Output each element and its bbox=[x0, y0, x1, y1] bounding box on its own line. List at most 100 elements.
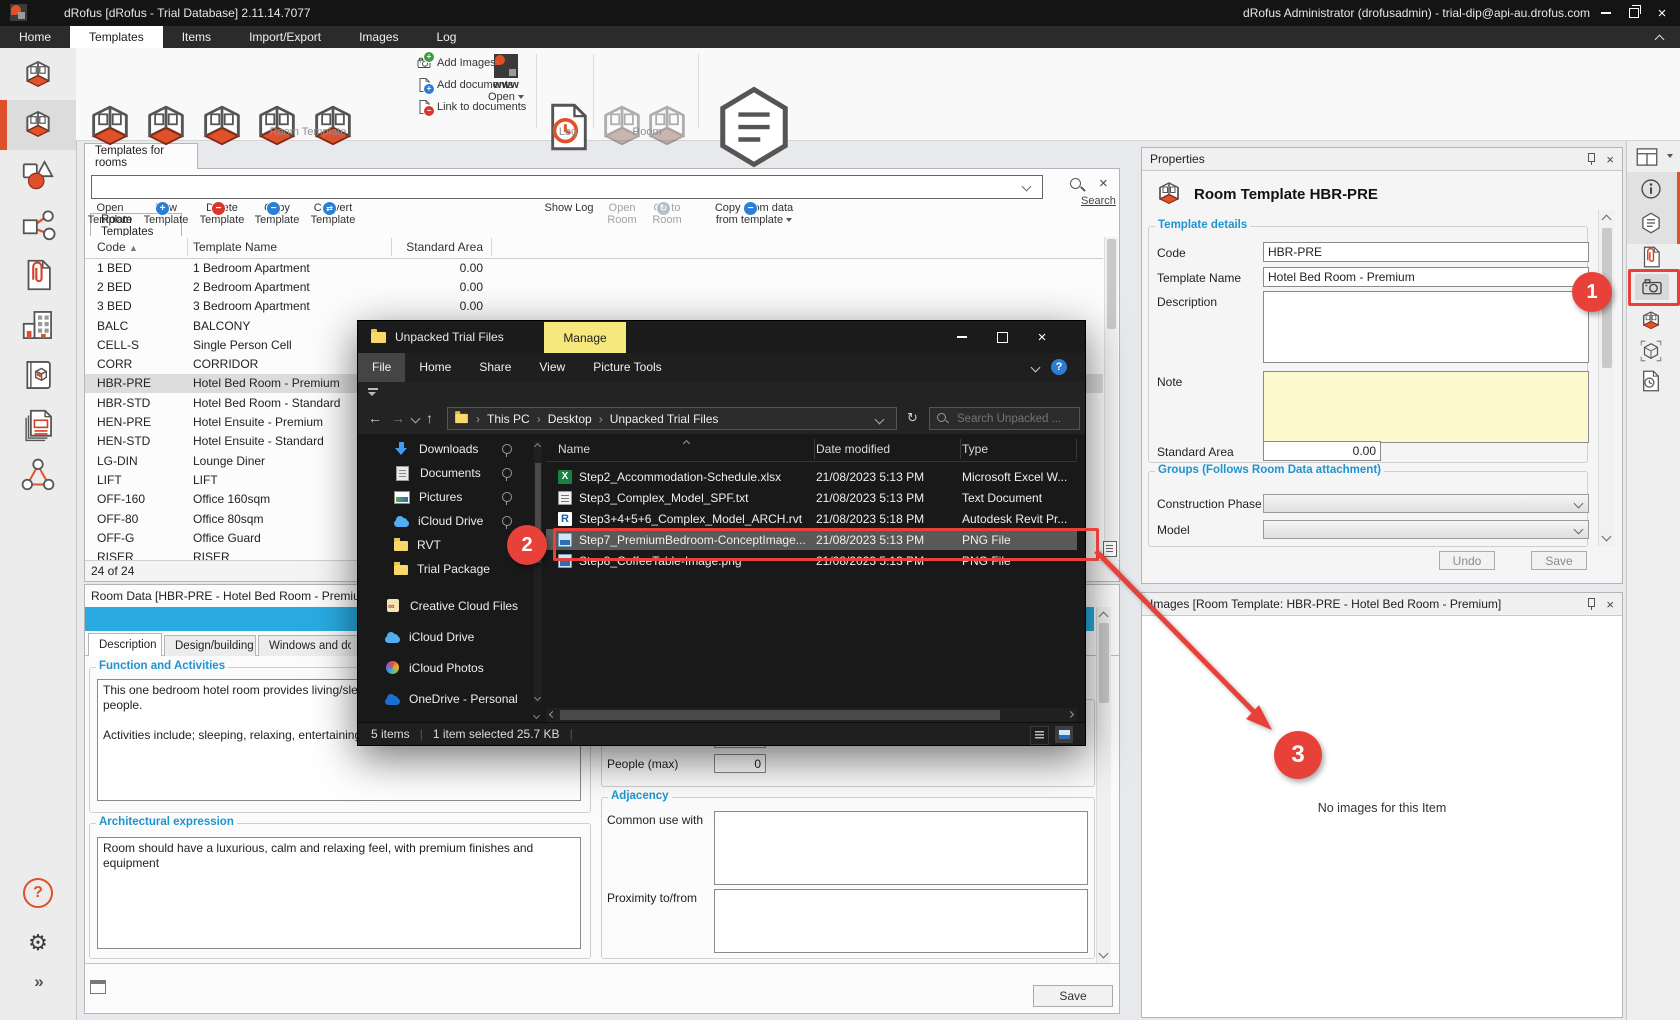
room-data-save-button[interactable]: Save bbox=[1033, 985, 1113, 1007]
architectural-expression-textarea[interactable]: Room should have a luxurious, calm and r… bbox=[97, 837, 581, 949]
minimize-button[interactable] bbox=[1592, 2, 1620, 24]
delete-template-button[interactable]: Delete Template bbox=[193, 52, 251, 226]
sidebar-module-button[interactable] bbox=[0, 300, 76, 350]
people-max-input[interactable] bbox=[714, 754, 766, 773]
template-name-input[interactable] bbox=[1263, 267, 1589, 287]
tab-design-building[interactable]: Design/building bbox=[164, 635, 256, 656]
explorer-tab-picture-tools[interactable]: Picture Tools bbox=[579, 353, 675, 382]
close-panel-icon[interactable]: × bbox=[1606, 598, 1614, 611]
model-dropdown[interactable] bbox=[1263, 520, 1589, 539]
explorer-sidebar-item[interactable]: Downloads bbox=[358, 437, 534, 461]
properties-scrollbar[interactable] bbox=[1598, 210, 1615, 546]
help-icon[interactable]: ? bbox=[1051, 359, 1067, 375]
search-link[interactable]: Search bbox=[1081, 195, 1116, 207]
settings-gear-icon[interactable]: ⚙ bbox=[0, 930, 76, 956]
pin-icon[interactable] bbox=[1584, 597, 1598, 611]
column-type[interactable]: Type bbox=[962, 442, 1080, 456]
recent-locations-icon[interactable] bbox=[411, 414, 421, 424]
close-panel-icon[interactable]: × bbox=[1606, 153, 1614, 166]
layout-selector-button[interactable] bbox=[1633, 144, 1661, 170]
attachments-panel-button[interactable] bbox=[1638, 244, 1664, 270]
explorer-sidebar-item[interactable]: iCloud Drive bbox=[358, 509, 534, 533]
column-date-modified[interactable]: Date modified bbox=[816, 442, 962, 456]
menu-tab[interactable]: Templates bbox=[70, 26, 163, 48]
back-icon[interactable]: ← bbox=[368, 410, 382, 426]
explorer-minimize-button[interactable] bbox=[942, 321, 982, 353]
column-template-name[interactable]: Template Name bbox=[187, 240, 391, 254]
sidebar-scrollbar[interactable] bbox=[534, 441, 542, 703]
explorer-sidebar-item[interactable]: OneDrive - Personal bbox=[358, 683, 534, 706]
explorer-tab-file[interactable]: File bbox=[358, 353, 405, 382]
note-textarea[interactable] bbox=[1263, 371, 1589, 443]
go-to-room-button[interactable]: Go to Room bbox=[638, 52, 696, 226]
detach-window-icon[interactable] bbox=[90, 980, 106, 994]
explorer-tab-view[interactable]: View bbox=[525, 353, 579, 382]
menu-tab[interactable]: Items bbox=[163, 26, 230, 48]
table-row[interactable]: 3 BED 3 Bedroom Apartment 0.00 bbox=[85, 297, 1103, 316]
pin-icon[interactable] bbox=[1584, 152, 1598, 166]
description-textarea[interactable] bbox=[1263, 291, 1589, 363]
explorer-sidebar-item[interactable]: Documents bbox=[358, 461, 534, 485]
menu-tab[interactable]: Images bbox=[340, 26, 417, 48]
explorer-tab-share[interactable]: Share bbox=[465, 353, 525, 382]
column-code[interactable]: Code ▲ bbox=[85, 240, 187, 254]
restore-button[interactable] bbox=[1620, 2, 1648, 24]
clear-search-icon[interactable]: × bbox=[1099, 175, 1108, 192]
new-template-button[interactable]: New Template bbox=[137, 52, 195, 226]
explorer-sidebar-item[interactable]: Creative Cloud Files bbox=[358, 590, 534, 621]
refresh-icon[interactable]: ↻ bbox=[907, 410, 918, 426]
explorer-maximize-button[interactable] bbox=[982, 321, 1022, 353]
explorer-tab-home[interactable]: Home bbox=[405, 353, 465, 382]
standard-area-input[interactable] bbox=[1263, 441, 1381, 461]
room-data-panel-button[interactable] bbox=[1638, 210, 1664, 236]
copy-template-button[interactable]: Copy Template bbox=[248, 52, 306, 226]
horizontal-scrollbar[interactable] bbox=[546, 708, 1077, 722]
sidebar-module-button[interactable] bbox=[0, 400, 76, 450]
column-name[interactable]: Name bbox=[546, 442, 816, 456]
table-scrollbar[interactable] bbox=[1104, 237, 1118, 561]
proximity-textarea[interactable] bbox=[714, 889, 1088, 953]
explorer-sidebar-item[interactable]: Pictures bbox=[358, 485, 534, 509]
breadcrumb-this-pc[interactable]: This PC bbox=[487, 412, 530, 426]
menu-tab[interactable]: Home bbox=[0, 26, 70, 48]
sidebar-module-button[interactable] bbox=[0, 250, 76, 300]
code-input[interactable] bbox=[1263, 242, 1589, 262]
tab-windows-doors[interactable]: Windows and doo bbox=[258, 635, 362, 656]
sidebar-module-button[interactable] bbox=[0, 350, 76, 400]
table-row[interactable]: 1 BED 1 Bedroom Apartment 0.00 bbox=[85, 258, 1103, 277]
details-view-button[interactable] bbox=[1030, 726, 1049, 745]
sidebar-module-button[interactable] bbox=[0, 200, 76, 250]
explorer-search-box[interactable] bbox=[929, 407, 1080, 430]
explorer-search-input[interactable] bbox=[955, 412, 1069, 426]
menu-tab[interactable]: Log bbox=[417, 26, 475, 48]
menu-tab[interactable]: Import/Export bbox=[230, 26, 340, 48]
rooms-panel-button[interactable] bbox=[1638, 308, 1664, 334]
thumbnail-view-button[interactable] bbox=[1055, 726, 1073, 743]
convert-template-button[interactable]: Convert Template bbox=[304, 52, 362, 226]
explorer-sidebar-item[interactable]: iCloud Photos bbox=[358, 652, 534, 683]
sidebar-module-button[interactable] bbox=[0, 100, 76, 150]
sidebar-module-button[interactable] bbox=[0, 150, 76, 200]
properties-save-button[interactable]: Save bbox=[1531, 551, 1587, 570]
explorer-sidebar-item[interactable]: Trial Package bbox=[358, 557, 534, 581]
manage-contextual-tab[interactable]: Manage bbox=[544, 322, 626, 353]
forward-icon[interactable]: → bbox=[391, 410, 405, 426]
construction-phase-dropdown[interactable] bbox=[1263, 494, 1589, 513]
sidebar-scroll-down-icon[interactable] bbox=[533, 712, 540, 719]
info-panel-button[interactable] bbox=[1638, 176, 1664, 202]
log-panel-button[interactable] bbox=[1638, 368, 1664, 394]
search-icon[interactable] bbox=[1069, 177, 1085, 193]
undo-button[interactable]: Undo bbox=[1439, 551, 1495, 570]
room-data-scrollbar[interactable] bbox=[1096, 607, 1111, 963]
column-standard-area[interactable]: Standard Area bbox=[391, 240, 491, 254]
close-button[interactable]: × bbox=[1648, 2, 1676, 24]
breadcrumb-current[interactable]: Unpacked Trial Files bbox=[610, 412, 719, 426]
www-open-button[interactable]: www Open bbox=[480, 52, 532, 103]
copy-room-data-button[interactable]: Copy room data from template bbox=[704, 52, 804, 226]
common-use-textarea[interactable] bbox=[714, 811, 1088, 885]
explorer-sidebar-item[interactable]: iCloud Drive bbox=[358, 621, 534, 652]
quick-access-toolbar-icon[interactable] bbox=[368, 388, 378, 390]
up-icon[interactable]: ↑ bbox=[426, 410, 433, 426]
breadcrumb-bar[interactable]: › This PC › Desktop › Unpacked Trial Fil… bbox=[447, 407, 897, 430]
expand-sidebar-icon[interactable]: » bbox=[0, 972, 76, 992]
